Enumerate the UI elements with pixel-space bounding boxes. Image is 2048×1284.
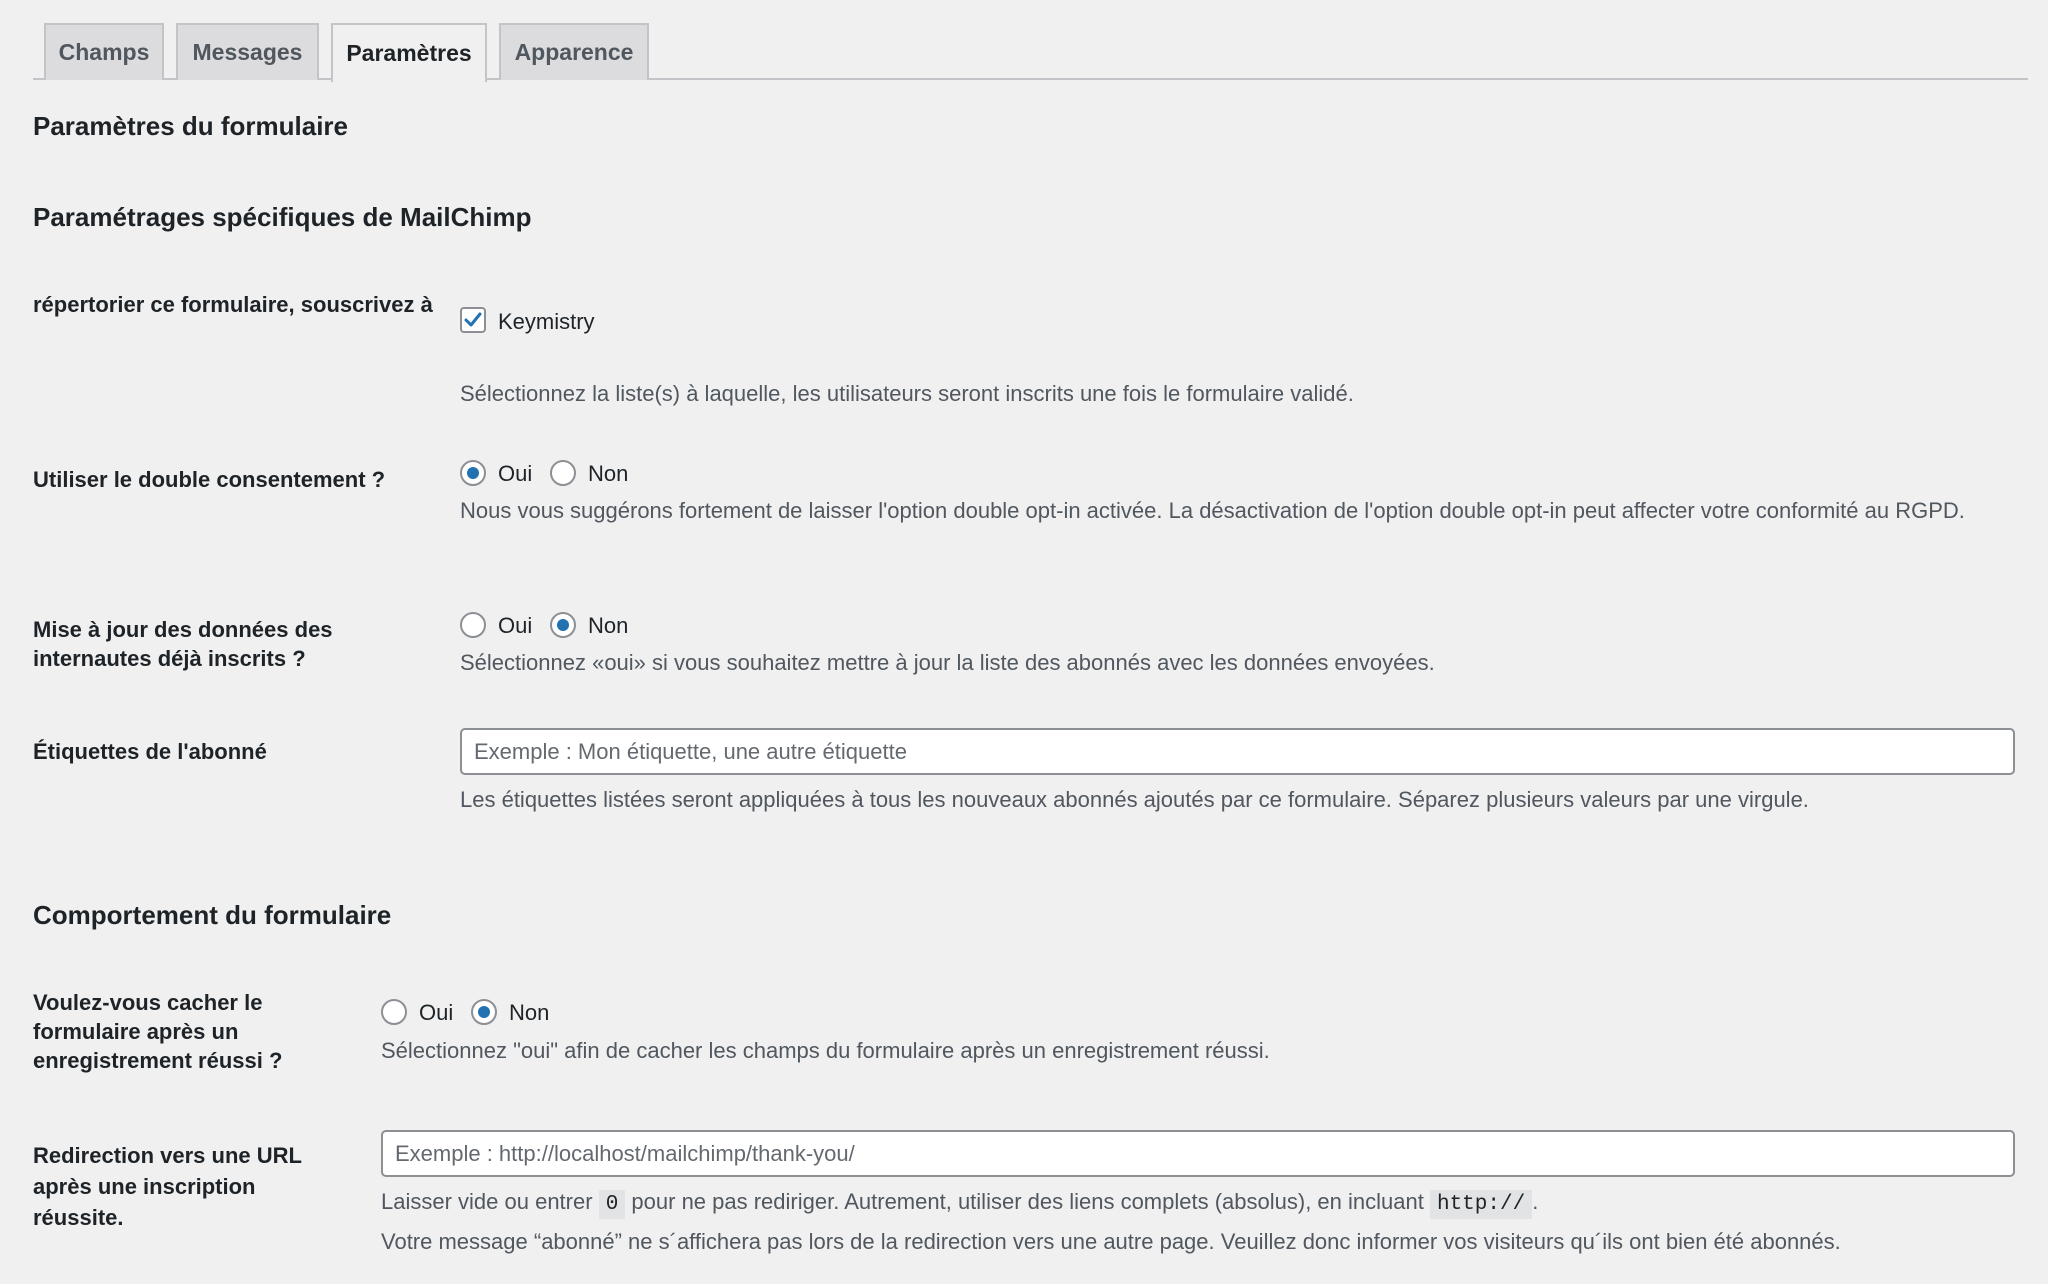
tab-apparence[interactable]: Apparence <box>499 23 649 80</box>
tab-messages[interactable]: Messages <box>176 23 319 80</box>
hide-form-yes-radio[interactable] <box>381 999 407 1025</box>
hide-form-description: Sélectionnez "oui" afin de cacher les ch… <box>381 1038 1270 1063</box>
double-optin-description: Nous vous suggérons fortement de laisser… <box>460 498 1965 523</box>
double-optin-no-radio[interactable] <box>550 460 576 486</box>
list-option-label: Keymistry <box>498 309 595 334</box>
double-optin-label: Utiliser le double consentement ? <box>33 467 386 492</box>
tab-champs[interactable]: Champs <box>44 23 164 80</box>
update-existing-yes-radio[interactable] <box>460 612 486 638</box>
code-http: http:// <box>1429 1190 1533 1219</box>
list-field-description: Sélectionnez la liste(s) à laquelle, les… <box>460 381 1354 406</box>
update-existing-label: Mise à jour des données des internautes … <box>33 617 333 671</box>
form-behavior-title: Comportement du formulaire <box>33 900 392 930</box>
double-optin-yes-radio[interactable] <box>460 460 486 486</box>
update-existing-yes-label: Oui <box>498 613 533 638</box>
redirect-note: Votre message “abonné” ne s´affichera pa… <box>381 1229 1841 1254</box>
redirect-desc-part3: . <box>1532 1189 1539 1214</box>
tab-bar: Champs Messages Paramètres Apparence <box>33 23 2028 82</box>
update-existing-description: Sélectionnez «oui» si vous souhaitez met… <box>460 650 1435 675</box>
tags-label: Étiquettes de l'abonné <box>33 739 267 764</box>
form-settings-title: Paramètres du formulaire <box>33 111 349 141</box>
update-existing-no-label: Non <box>588 613 629 638</box>
redirect-label: Redirection vers une URL après une inscr… <box>33 1143 302 1230</box>
hide-form-no-label: Non <box>509 1000 550 1025</box>
hide-form-label: Voulez-vous cacher le formulaire après u… <box>33 990 283 1073</box>
tags-input[interactable] <box>460 728 2015 775</box>
tab-parametres[interactable]: Paramètres <box>331 23 487 82</box>
settings-page: Champs Messages Paramètres Apparence Par… <box>0 0 2048 1284</box>
checkmark-icon <box>464 312 482 327</box>
redirect-desc-part1: Laisser vide ou entrer <box>381 1189 593 1214</box>
redirect-url-input[interactable] <box>381 1130 2015 1177</box>
update-existing-no-radio[interactable] <box>550 612 576 638</box>
redirect-desc-part2: pour ne pas rediriger. Autrement, utilis… <box>631 1189 1424 1214</box>
mailchimp-settings-title: Paramétrages spécifiques de MailChimp <box>33 202 532 232</box>
code-zero: 0 <box>598 1190 626 1219</box>
hide-form-no-radio[interactable] <box>471 999 497 1025</box>
double-optin-no-label: Non <box>588 461 629 486</box>
list-field-label: répertorier ce formulaire, souscrivez à <box>33 292 433 317</box>
double-optin-yes-label: Oui <box>498 461 533 486</box>
hide-form-yes-label: Oui <box>419 1000 454 1025</box>
redirect-description: Laisser vide ou entrer 0 pour ne pas red… <box>381 1185 1538 1221</box>
list-checkbox[interactable] <box>460 307 486 333</box>
tags-description: Les étiquettes listées seront appliquées… <box>460 787 1809 812</box>
